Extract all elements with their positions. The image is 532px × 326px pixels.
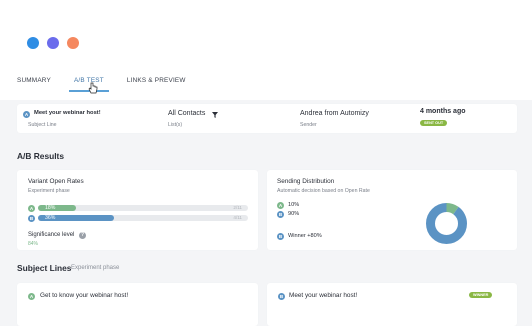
filter-icon[interactable]	[212, 112, 218, 118]
open-rates-title: Variant Open Rates	[28, 178, 84, 185]
variant-a-percent: 18%	[45, 205, 56, 211]
variant-a-badge: A	[28, 205, 35, 212]
status-badge: SENT OUT	[420, 120, 448, 126]
distribution-a-badge: A	[277, 202, 284, 209]
significance-value: 84%	[28, 241, 39, 247]
variant-b-percent: 36%	[45, 215, 56, 221]
window-dot-orange	[67, 37, 79, 49]
ab-results-title: A/B Results	[17, 151, 65, 161]
tab-summary[interactable]: SUMMARY	[17, 76, 51, 100]
winner-label: Winner +80%	[288, 233, 322, 239]
distribution-b-badge: B	[277, 211, 284, 218]
variant-a-open-rate-bar: 18% 2/11	[38, 205, 248, 211]
variant-a-bar-fill	[38, 205, 76, 211]
distribution-donut-chart	[426, 203, 467, 244]
header: SUMMARY A/B TEST LINKS & PREVIEW	[0, 0, 532, 100]
variant-badge: A	[23, 111, 30, 118]
subject-b-badge: B	[278, 293, 285, 300]
sending-distribution-card: Sending Distribution Automatic decision …	[267, 170, 517, 250]
variant-b-count: 4/11	[233, 215, 242, 220]
tab-links-preview[interactable]: LINKS & PREVIEW	[127, 76, 186, 100]
subject-lines-phase: Experiment phase	[71, 265, 120, 271]
subject-a-badge: A	[28, 293, 35, 300]
distribution-b-value: 90%	[288, 211, 300, 217]
subject-line-b-card: B Meet your webinar host! WINNER	[267, 283, 517, 326]
variant-b-badge: B	[28, 215, 35, 222]
help-icon[interactable]: ?	[79, 232, 86, 239]
donut-slice-b	[426, 203, 467, 244]
distribution-a-value: 10%	[288, 202, 300, 208]
sender-name: Andrea from Automizy	[300, 110, 369, 117]
window-dot-blue	[27, 37, 39, 49]
subject-lines-title: Subject Lines	[17, 263, 72, 273]
subject-line-caption: Subject Line	[28, 122, 57, 128]
variant-a-count: 2/11	[233, 205, 242, 210]
significance-label: Significance level	[28, 232, 75, 238]
subject-line-a-card: A Get to know your webinar host!	[17, 283, 258, 326]
tab-bar: SUMMARY A/B TEST LINKS & PREVIEW	[17, 76, 209, 100]
winner-badge: B	[277, 233, 284, 240]
winner-status-badge: WINNER	[469, 292, 493, 298]
hand-cursor-icon	[88, 82, 98, 94]
subject-b-text: Meet your webinar host!	[289, 292, 358, 299]
distribution-title: Sending Distribution	[277, 178, 335, 185]
sent-time: 4 months ago	[420, 108, 466, 115]
subject-line: Meet your webinar host!	[34, 110, 101, 116]
subject-a-text: Get to know your webinar host!	[40, 292, 129, 299]
variant-open-rates-card: Variant Open Rates Experiment phase A 18…	[17, 170, 258, 250]
distribution-subtitle: Automatic decision based on Open Rate	[277, 188, 370, 194]
variant-b-open-rate-bar: 36% 4/11	[38, 215, 248, 221]
sender-caption: Sender	[300, 122, 317, 128]
window-dot-purple	[47, 37, 59, 49]
list-caption: List(s)	[168, 122, 183, 128]
campaign-overview-card: A Meet your webinar host! Subject Line A…	[17, 104, 517, 133]
open-rates-subtitle: Experiment phase	[28, 188, 70, 194]
list-name: All Contacts	[168, 110, 206, 117]
